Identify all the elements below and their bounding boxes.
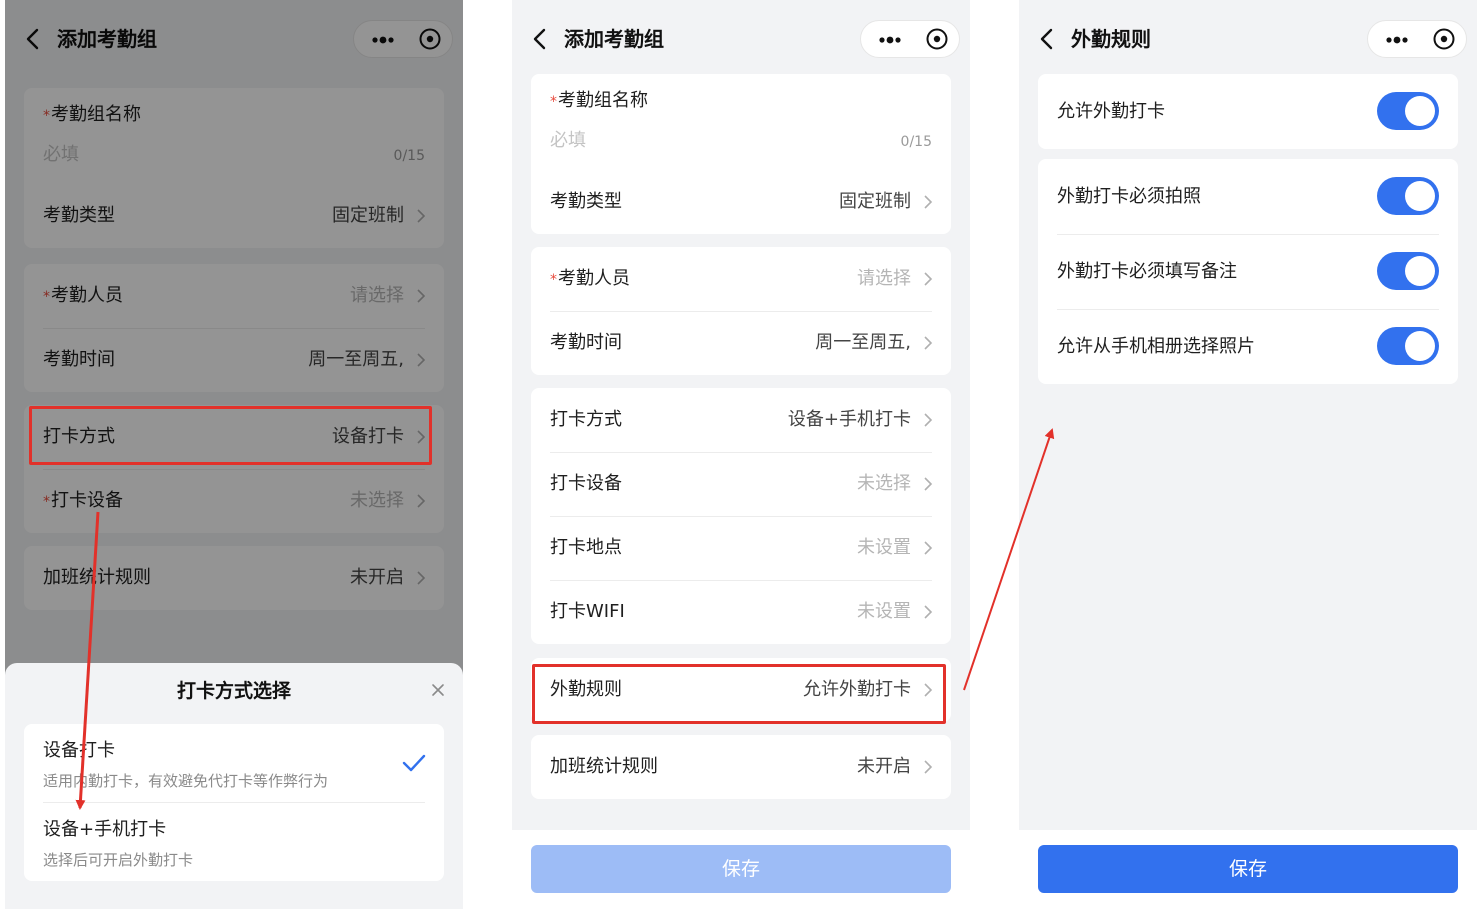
highlight-punch-method [29, 406, 432, 465]
back-arrow-icon[interactable] [530, 28, 552, 50]
chevron-right-icon [924, 195, 933, 209]
punch-device-row[interactable]: 打卡设备 未选择 [531, 452, 951, 516]
save-button[interactable]: 保存 [531, 845, 951, 893]
screen-add-group-form: 添加考勤组 *考勤组名称 必填 0/15 考勤类型 固定班制 *考勤人员 请选择… [512, 0, 970, 909]
chevron-right-icon [924, 605, 933, 619]
group-name-field[interactable]: *考勤组名称 必填 0/15 [531, 74, 951, 170]
toggle-row-allow-album: 允许从手机相册选择照片 [1038, 309, 1458, 384]
require-remark-switch[interactable] [1377, 252, 1439, 290]
chevron-right-icon [924, 477, 933, 491]
toggle-row-require-remark: 外勤打卡必须填写备注 [1038, 234, 1458, 309]
chevron-right-icon [924, 760, 933, 774]
screen-field-rules: 外勤规则 允许外勤打卡 外勤打卡必须拍照 外勤打卡必须填写备注 允许从手机相册选… [1019, 0, 1477, 909]
back-arrow-icon[interactable] [1037, 28, 1059, 50]
sheet-title: 打卡方式选择 [176, 680, 291, 702]
more-dots-icon[interactable] [871, 29, 911, 49]
attendance-type-row[interactable]: 考勤类型 固定班制 [531, 170, 951, 234]
punch-location-row[interactable]: 打卡地点 未设置 [531, 516, 951, 580]
require-photo-switch[interactable] [1377, 177, 1439, 215]
punch-settings-card: 打卡方式 设备+手机打卡 打卡设备 未选择 打卡地点 未设置 打卡WIFI 未设… [531, 388, 951, 644]
close-icon[interactable] [431, 683, 445, 697]
nav-bar: 添加考勤组 [512, 0, 970, 78]
close-circle-icon[interactable] [1432, 27, 1456, 51]
chevron-right-icon [924, 336, 933, 350]
toggle-row-require-photo: 外勤打卡必须拍照 [1038, 159, 1458, 234]
punch-method-sheet: 打卡方式选择 设备打卡 适用内勤打卡，有效避免代打卡等作弊行为 设备+手机打卡 … [5, 663, 463, 909]
option-device-punch[interactable]: 设备打卡 适用内勤打卡，有效避免代打卡等作弊行为 [24, 724, 444, 803]
toggle-row-allow-field-punch: 允许外勤打卡 [1038, 74, 1458, 149]
page-title: 添加考勤组 [564, 27, 664, 51]
checkmark-icon [402, 754, 426, 772]
bottom-action-bar: 保存 [1019, 830, 1477, 909]
punch-wifi-row[interactable]: 打卡WIFI 未设置 [531, 580, 951, 644]
overtime-card: 加班统计规则 未开启 [531, 735, 951, 799]
mini-program-capsule [1367, 20, 1467, 58]
method-options: 设备打卡 适用内勤打卡，有效避免代打卡等作弊行为 设备+手机打卡 选择后可开启外… [24, 724, 444, 881]
field-requirements-card: 外勤打卡必须拍照 外勤打卡必须填写备注 允许从手机相册选择照片 [1038, 159, 1458, 384]
overtime-rule-row[interactable]: 加班统计规则 未开启 [531, 735, 951, 799]
save-button[interactable]: 保存 [1038, 845, 1458, 893]
switch-knob [1405, 96, 1435, 126]
switch-knob [1405, 256, 1435, 286]
highlight-field-rules [532, 664, 946, 724]
basic-info-card: *考勤组名称 必填 0/15 考勤类型 固定班制 [531, 74, 951, 234]
allow-album-switch[interactable] [1377, 327, 1439, 365]
attendance-members-row[interactable]: *考勤人员 请选择 [531, 247, 951, 311]
char-counter: 0/15 [900, 134, 932, 150]
group-name-label: *考勤组名称 [550, 90, 648, 111]
page-title: 外勤规则 [1071, 27, 1151, 51]
option-device-and-phone-punch[interactable]: 设备+手机打卡 选择后可开启外勤打卡 [24, 803, 444, 881]
close-circle-icon[interactable] [925, 27, 949, 51]
group-name-placeholder: 必填 [550, 130, 586, 151]
chevron-right-icon [924, 541, 933, 555]
chevron-right-icon [924, 272, 933, 286]
allow-field-punch-switch[interactable] [1377, 92, 1439, 130]
switch-knob [1405, 181, 1435, 211]
chevron-right-icon [924, 413, 933, 427]
switch-knob [1405, 331, 1435, 361]
punch-method-row[interactable]: 打卡方式 设备+手机打卡 [531, 388, 951, 452]
nav-bar: 外勤规则 [1019, 0, 1477, 78]
mini-program-capsule [860, 20, 960, 58]
attendance-time-row[interactable]: 考勤时间 周一至周五, [531, 311, 951, 375]
bottom-action-bar: 保存 [512, 830, 970, 909]
more-dots-icon[interactable] [1378, 29, 1418, 49]
members-time-card: *考勤人员 请选择 考勤时间 周一至周五, [531, 247, 951, 375]
screen-add-group-method-sheet: 添加考勤组 *考勤组名称 必填 0/15 考勤类型 固定班制 *考勤人员 请选择… [5, 0, 463, 909]
allow-field-card: 允许外勤打卡 [1038, 74, 1458, 149]
